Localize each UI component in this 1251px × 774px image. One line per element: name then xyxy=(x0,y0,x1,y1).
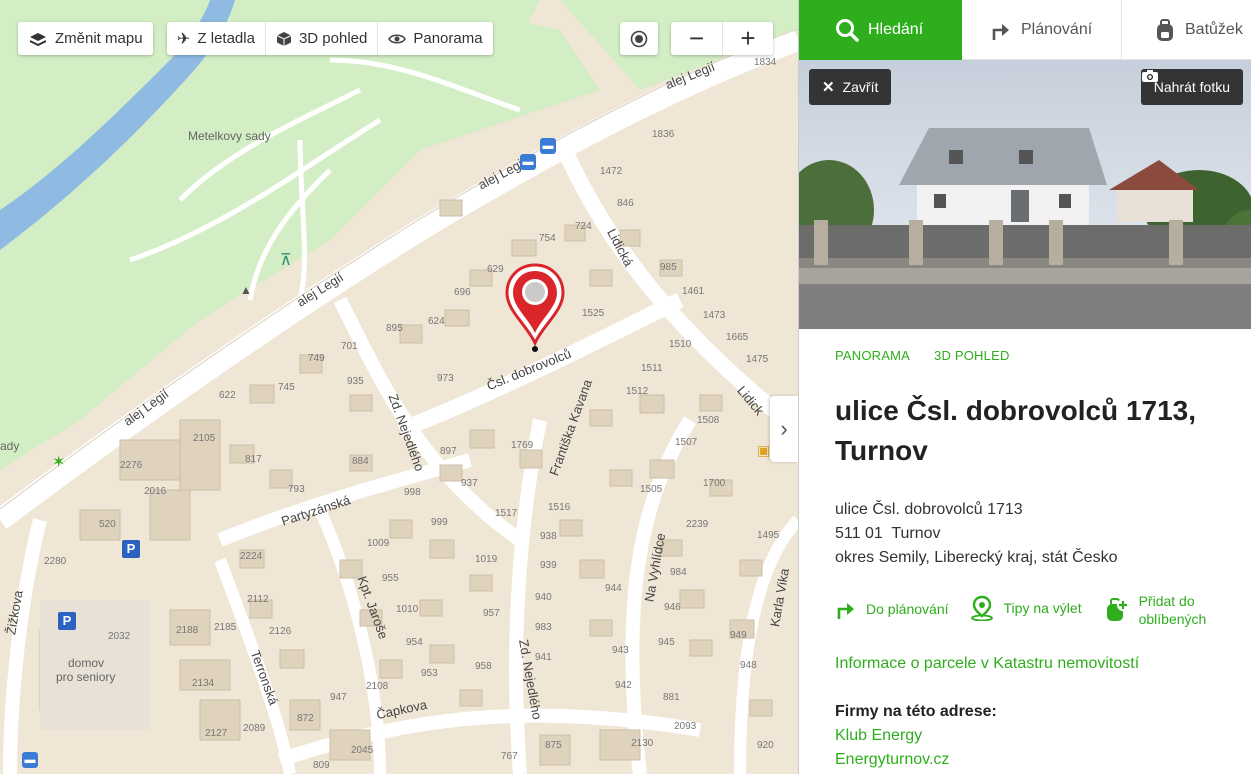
accessibility-icon[interactable]: ✶ xyxy=(52,452,65,472)
close-icon: ✕ xyxy=(822,79,835,96)
tab-planning-label: Plánování xyxy=(1021,21,1093,38)
view-mode-group: ✈ Z letadla 3D pohled Panorama xyxy=(167,22,493,55)
backpack-icon xyxy=(1157,19,1173,41)
address-block: ulice Čsl. dobrovolců 1713 511 01 Turnov… xyxy=(835,498,1117,570)
search-icon xyxy=(836,19,859,42)
from-plane-button[interactable]: ✈ Z letadla xyxy=(167,22,265,55)
tab-search[interactable]: Hledání xyxy=(799,0,962,60)
close-photo-label: Zavřít xyxy=(842,79,879,95)
zoom-out-button[interactable]: − xyxy=(671,22,722,55)
add-to-favorites-label: Přidat do xyxy=(1138,593,1195,609)
tab-search-label: Hledání xyxy=(868,21,924,38)
change-map-button[interactable]: Změnit mapu xyxy=(18,22,153,55)
plus-icon: + xyxy=(740,23,756,53)
bus-stop-icon[interactable]: ▬ xyxy=(22,752,38,768)
chevron-right-icon: › xyxy=(780,416,788,441)
cadastre-link[interactable]: Informace o parcele v Katastru nemovitos… xyxy=(835,655,1139,673)
layers-icon xyxy=(29,32,47,46)
add-to-planning-label: Do plánování xyxy=(866,601,949,617)
view-3d-label: 3D pohled xyxy=(298,30,368,47)
cube-icon xyxy=(276,31,292,46)
map-canvas[interactable]: Metelkovy sady ady alej Legií alej Legií… xyxy=(0,0,798,774)
view-3d-button[interactable]: 3D pohled xyxy=(264,22,377,55)
shop-icon[interactable]: ▣ xyxy=(757,442,770,459)
route-arrow-icon xyxy=(992,24,1009,40)
minus-icon: − xyxy=(688,23,705,53)
plane-icon: ✈ xyxy=(177,30,191,48)
address-line: ulice Čsl. dobrovolců 1713 xyxy=(835,501,1023,518)
panorama-photo[interactable]: ✕ Zavřít Nahrát fotku xyxy=(799,60,1251,329)
locate-icon xyxy=(630,30,648,47)
change-map-label: Změnit mapu xyxy=(55,30,143,47)
place-title: ulice Čsl. dobrovolců 1713, Turnov xyxy=(835,395,1197,466)
address-line: 511 01 Turnov xyxy=(835,525,941,542)
panel-tabs: Hledání Plánování Batůžek xyxy=(799,0,1251,60)
playground-icon[interactable]: ⊼ xyxy=(280,250,298,269)
tab-backpack[interactable]: Batůžek xyxy=(1122,0,1243,60)
map-marker-icon xyxy=(970,595,993,621)
tab-backpack-label: Batůžek xyxy=(1185,21,1243,38)
route-arrow-icon xyxy=(837,603,854,619)
panorama-label: Panorama xyxy=(413,30,483,47)
panorama-button[interactable]: Panorama xyxy=(377,22,492,55)
bus-stop-icon[interactable]: ▬ xyxy=(540,138,556,154)
parking-icon[interactable]: P xyxy=(122,540,140,558)
backpack-plus-icon xyxy=(1106,598,1129,621)
camera-icon xyxy=(1141,70,1158,82)
firms-heading: Firmy na této adrese: xyxy=(835,703,997,720)
bus-stop-icon[interactable]: ▬ xyxy=(520,154,536,170)
monument-icon[interactable]: ▲ xyxy=(240,283,252,297)
address-line: okres Semily, Liberecký kraj, stát Česko xyxy=(835,549,1118,566)
eye-icon xyxy=(388,33,407,44)
zoom-group: − + xyxy=(671,22,773,55)
trip-tips-label: Tipy na výlet xyxy=(1003,600,1082,616)
from-plane-label: Z letadla xyxy=(197,30,255,47)
trip-tips-button[interactable]: Tipy na výlet xyxy=(969,595,1082,621)
firm-link[interactable]: Energyturnov.cz xyxy=(835,751,949,769)
zoom-in-button[interactable]: + xyxy=(722,22,773,55)
detail-panel: Hledání Plánování Batůžek ✕ Zavřít Nahrá… xyxy=(798,0,1251,774)
tab-planning[interactable]: Plánování xyxy=(962,0,1122,60)
upload-photo-label: Nahrát fotku xyxy=(1153,79,1230,95)
location-pin-icon[interactable] xyxy=(505,263,565,353)
panorama-link[interactable]: PANORAMA xyxy=(835,348,910,363)
locate-button[interactable] xyxy=(620,22,658,55)
add-to-favorites-button[interactable]: Přidat do oblíbených xyxy=(1104,592,1207,628)
close-photo-button[interactable]: ✕ Zavřít xyxy=(809,69,892,105)
view-links: PANORAMA 3D POHLED xyxy=(835,348,1010,363)
map-base xyxy=(0,0,798,774)
firm-link[interactable]: Klub Energy xyxy=(835,727,922,745)
parking-icon[interactable]: P xyxy=(58,612,76,630)
map-type-group: Změnit mapu xyxy=(18,22,153,55)
panel-toggle-button[interactable]: › xyxy=(770,396,798,462)
action-row: Do plánování Tipy na výlet Přidat do obl… xyxy=(835,592,1226,628)
add-to-favorites-label-2: oblíbených xyxy=(1138,611,1207,627)
add-to-planning-button[interactable]: Do plánování xyxy=(835,597,949,621)
upload-photo-button[interactable]: Nahrát fotku xyxy=(1140,69,1243,105)
view-3d-link[interactable]: 3D POHLED xyxy=(934,348,1010,363)
